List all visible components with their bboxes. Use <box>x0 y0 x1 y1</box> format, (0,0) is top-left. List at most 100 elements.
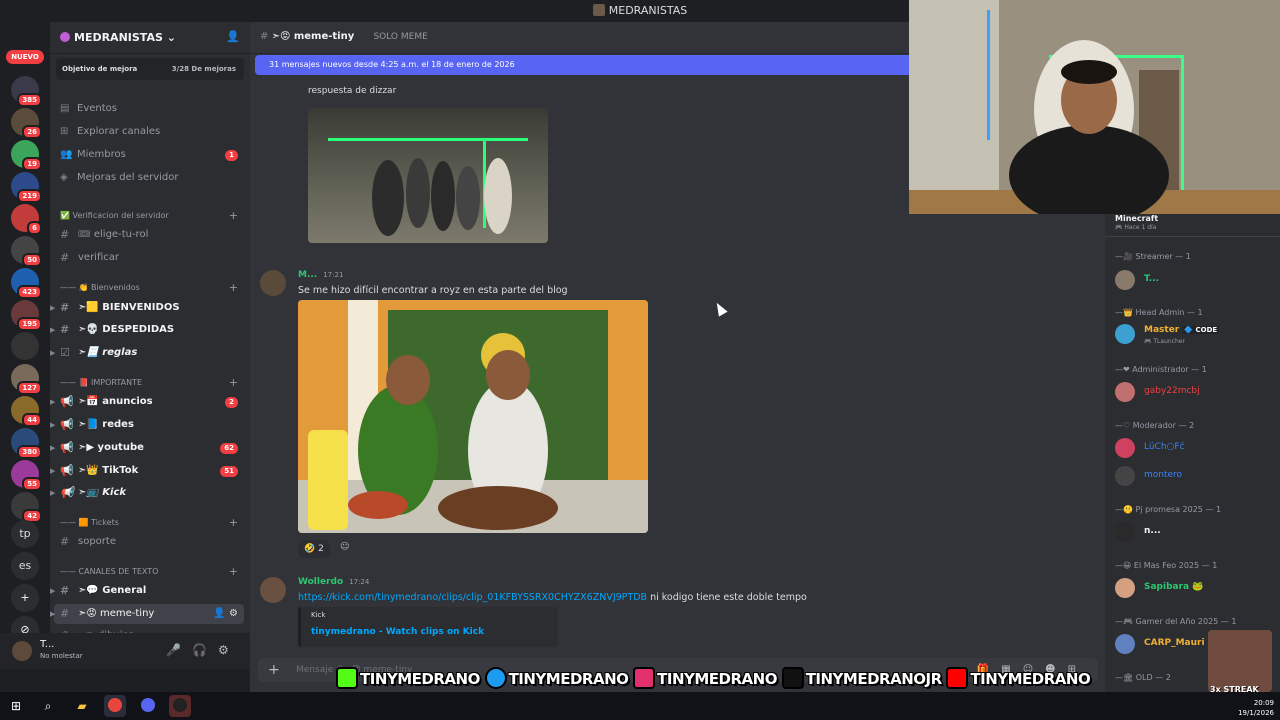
add-reaction-icon[interactable]: ☺ <box>340 542 349 552</box>
category-bienvenidos[interactable]: —— 👏 Bienvenidos + <box>50 280 250 296</box>
channel-tiktok[interactable]: ▶ 📢 ➣👑 TikTok 51 <box>50 461 244 481</box>
channel-general[interactable]: ▶ # ➣💬 General <box>50 581 244 601</box>
member-item[interactable]: T... <box>1113 268 1278 292</box>
member-item[interactable]: gaby22mcbj <box>1113 380 1278 404</box>
channel-youtube[interactable]: ▶ 📢 ➣▶ youtube 62 <box>50 438 244 458</box>
server-icon[interactable]: 380 <box>11 428 42 459</box>
video-thumbnail <box>328 138 528 236</box>
server-icon[interactable]: 55 <box>11 460 42 491</box>
message-text: respuesta de dizzar <box>308 86 397 96</box>
new-badge[interactable]: NUEVO <box>6 50 44 64</box>
add-channel-icon[interactable]: + <box>229 280 238 296</box>
server-icon[interactable] <box>11 332 39 360</box>
hash-icon: # <box>60 301 70 314</box>
channel-soporte[interactable]: # soporte <box>54 532 244 552</box>
hash-icon: # <box>60 535 70 548</box>
channel-bienvenidos[interactable]: ▶ # ➣🟨 BIENVENIDOS <box>50 298 244 318</box>
server-icon[interactable]: 44 <box>11 396 42 427</box>
calendar-icon: ▤ <box>60 103 70 114</box>
nav-events[interactable]: ▤ Eventos <box>50 99 250 119</box>
add-channel-icon[interactable]: + <box>229 564 238 580</box>
message-author[interactable]: Wollerdo 17:24 <box>298 577 369 587</box>
server-icon[interactable]: 127 <box>11 364 42 395</box>
server-text-es[interactable]: es <box>11 552 39 580</box>
channel-settings-icon[interactable]: 👤 ⚙ <box>213 604 238 624</box>
server-icon[interactable]: 42 <box>11 492 42 523</box>
kick-icon <box>336 667 358 689</box>
arrow-icon: ▶ <box>50 326 56 334</box>
channel-kick[interactable]: ▶ 📢 ➣📺 Kick <box>50 483 244 503</box>
avatar[interactable] <box>260 577 286 603</box>
boost-goal-bar[interactable]: Objetivo de mejora 3/28 De mejoras <box>56 58 244 80</box>
channel-redes[interactable]: ▶ 📢 ➣📘 redes <box>50 415 244 435</box>
avatar <box>1115 522 1135 542</box>
add-server-icon[interactable]: + <box>11 584 39 612</box>
category-canales-de-texto[interactable]: —— CANALES DE TEXTO + <box>50 564 250 580</box>
server-text-tp[interactable]: tp <box>11 520 39 548</box>
search-icon[interactable]: ⌕ <box>37 695 59 717</box>
server-icon[interactable]: 423 <box>11 268 42 299</box>
microphone-icon[interactable]: 🎤 <box>166 643 181 657</box>
channel-reglas[interactable]: ▶ ☑ ➣📃 reglas <box>50 343 244 363</box>
nav-browse-channels[interactable]: ⊞ Explorar canales <box>50 122 250 142</box>
server-icon[interactable]: 19 <box>11 140 42 171</box>
message-author[interactable]: M... 17:21 <box>298 270 343 280</box>
message-link[interactable]: https://kick.com/tinymedrano/clips/clip_… <box>298 592 647 603</box>
category-importante[interactable]: —— 📕 IMPORTANTE + <box>50 375 250 391</box>
server-icon[interactable]: 26 <box>11 108 42 139</box>
channel-elige-tu-rol[interactable]: # 🎟 elige-tu-rol <box>54 225 244 245</box>
channel-verificar[interactable]: # verificar <box>54 248 244 268</box>
reaction-laugh[interactable]: 🤣 2 <box>298 540 330 558</box>
server-icon[interactable]: 385 <box>11 76 42 107</box>
server-icon <box>592 4 605 16</box>
add-channel-icon[interactable]: + <box>229 515 238 531</box>
gear-icon[interactable]: ⚙ <box>218 643 229 657</box>
channel-meme-tiny[interactable]: ▶ # ➣😡 meme-tiny 👤 ⚙ <box>50 604 244 624</box>
category-tickets[interactable]: —— 🟧 Tickets + <box>50 515 250 531</box>
server-header[interactable]: MEDRANISTAS ⌄ 👤 <box>50 22 250 54</box>
member-item[interactable]: LüCh○Fč <box>1113 436 1278 460</box>
file-explorer-icon[interactable]: ▰ <box>71 695 93 717</box>
message-text: Se me hizo difícil encontrar a royz en e… <box>298 285 568 296</box>
invite-people-icon[interactable]: 👤 <box>226 30 240 43</box>
chrome-icon[interactable] <box>104 695 126 717</box>
message-image[interactable] <box>298 300 648 533</box>
member-item[interactable]: n... <box>1113 520 1278 544</box>
embed-title[interactable]: tinymedrano - Watch clips on Kick <box>311 627 548 637</box>
message-image[interactable] <box>308 108 548 243</box>
channel-despedidas[interactable]: ▶ # ➣💀 DESPEDIDAS <box>50 320 244 340</box>
avatar[interactable] <box>12 641 32 661</box>
arrow-icon: ▶ <box>50 304 56 312</box>
divider <box>1105 236 1280 237</box>
server-icon[interactable]: 50 <box>11 236 42 267</box>
avatar[interactable] <box>260 270 286 296</box>
obs-icon[interactable] <box>169 695 191 717</box>
server-icon[interactable]: 6 <box>11 204 42 235</box>
member-item[interactable]: Master 🔷 CODE 🎮 TLauncher <box>1113 322 1278 346</box>
browse-icon: ⊞ <box>60 126 69 137</box>
hash-icon: # <box>260 31 272 42</box>
server-icon[interactable]: 195 <box>11 300 42 331</box>
user-name: T... <box>40 639 55 650</box>
nav-members[interactable]: 👥 Miembros 1 <box>50 145 250 165</box>
category-verification[interactable]: ✅ Verificacion del servidor + <box>50 208 250 224</box>
hash-icon: # <box>60 607 70 620</box>
channel-anuncios[interactable]: ▶ 📢 ➣📅 anuncios 2 <box>50 392 244 412</box>
role-header: —🎥 Streamer — 1 <box>1115 252 1191 261</box>
system-clock[interactable]: 20:09 19/1/2026 <box>1238 692 1274 718</box>
new-messages-bar[interactable]: 31 mensajes nuevos desde 4:25 a.m. el 18… <box>255 55 911 75</box>
add-channel-icon[interactable]: + <box>229 208 238 224</box>
discord-icon[interactable] <box>137 695 159 717</box>
headphones-icon[interactable]: 🎧 <box>192 643 207 657</box>
server-icon[interactable]: 219 <box>11 172 42 203</box>
attach-plus-icon[interactable]: + <box>268 658 280 682</box>
member-item[interactable]: montero <box>1113 464 1278 488</box>
member-item[interactable]: Sapibara 🐸 <box>1113 576 1278 600</box>
add-channel-icon[interactable]: + <box>229 375 238 391</box>
avatar <box>1115 466 1135 486</box>
tiktok-icon <box>781 667 804 689</box>
arrow-icon: ▶ <box>50 421 56 429</box>
user-status: No molestar <box>40 652 83 660</box>
nav-server-boosts[interactable]: ◈ Mejoras del servidor <box>50 168 250 188</box>
windows-start-icon[interactable]: ⊞ <box>5 695 27 717</box>
